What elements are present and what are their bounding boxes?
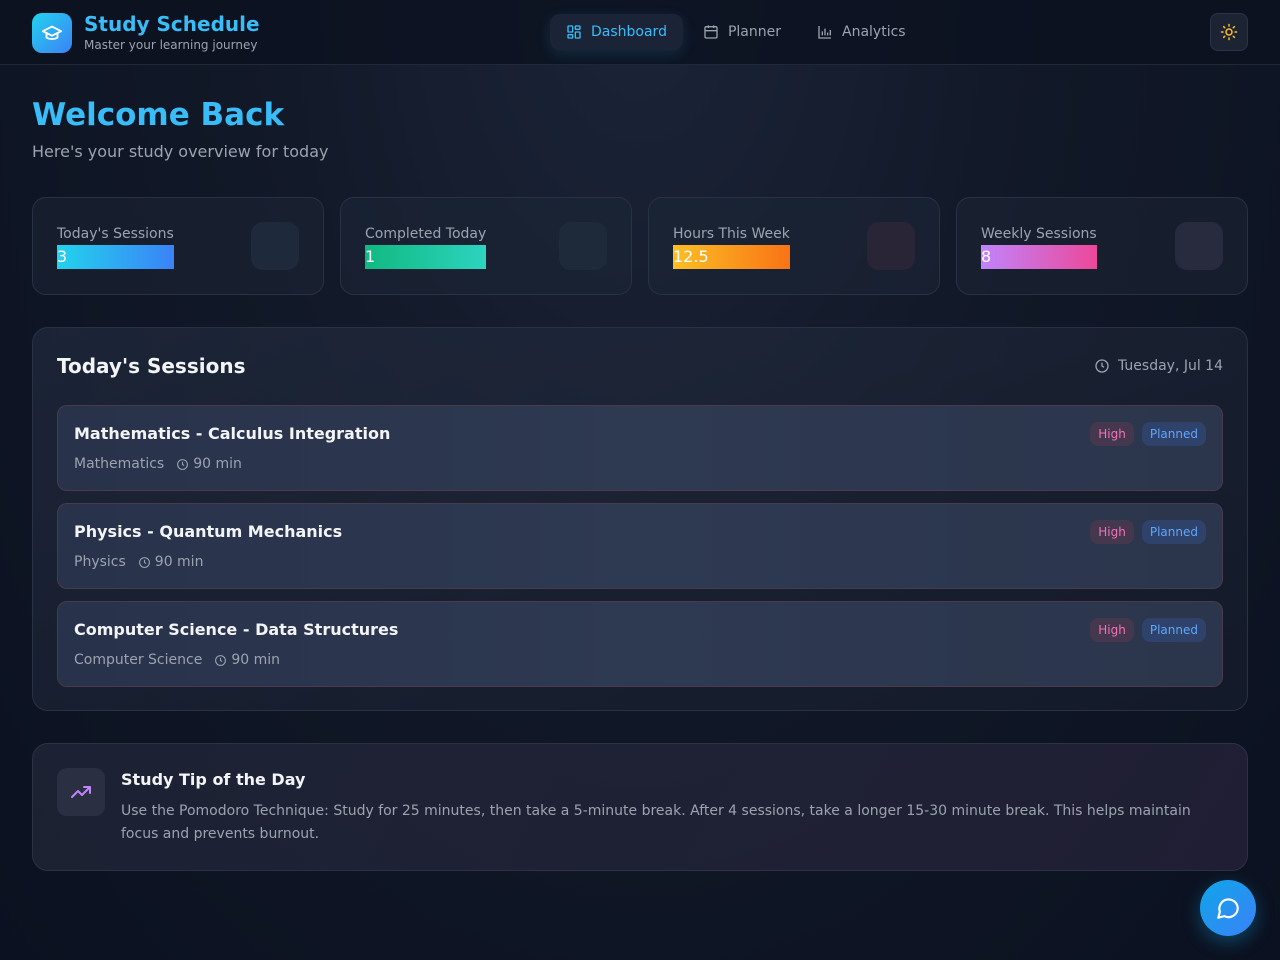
duration-label: 90 min [231, 652, 280, 668]
top-bar: Study Schedule Master your learning jour… [0, 0, 1280, 65]
session-badges: High Planned [1082, 422, 1206, 446]
priority-badge: High [1090, 618, 1134, 642]
session-item[interactable]: Mathematics - Calculus Integration Mathe… [57, 405, 1223, 491]
trending-up-icon [57, 768, 105, 816]
panel-date: Tuesday, Jul 14 [1094, 358, 1223, 374]
session-badges: High Planned [1082, 520, 1206, 544]
duration-label: 90 min [154, 554, 204, 570]
app-subtitle: Master your learning journey [84, 38, 258, 52]
welcome-section: Welcome Back Here's your study overview … [32, 96, 328, 161]
session-title: Computer Science - Data Structures [74, 620, 399, 639]
session-item[interactable]: Physics - Quantum Mechanics Physics 90 m… [57, 503, 1223, 589]
stat-label: Today's Sessions [57, 226, 174, 242]
main-nav: Dashboard Planner Analytics [550, 14, 926, 50]
session-badges: High Planned [1082, 618, 1206, 642]
date-label: Tuesday, Jul 14 [1117, 358, 1223, 374]
duration-label: 90 min [193, 456, 242, 472]
stat-icon [867, 222, 915, 270]
session-subject: Physics [74, 554, 126, 570]
app-title: Study Schedule [84, 12, 260, 36]
session-title: Mathematics - Calculus Integration [74, 424, 391, 443]
todays-sessions-panel: Today's Sessions Tuesday, Jul 14 Mathema… [32, 327, 1248, 711]
bar-chart-icon [818, 26, 831, 39]
stat-icon [1175, 222, 1223, 270]
session-duration: 90 min [138, 554, 204, 570]
clock-icon [1095, 359, 1109, 373]
calendar-icon [704, 25, 718, 39]
stat-value: 12.5 [673, 245, 790, 269]
page-subtitle: Here's your study overview for today [32, 142, 329, 161]
stat-value: 1 [365, 245, 486, 269]
stat-card-hours-this-week: Hours This Week 12.5 [648, 197, 940, 295]
tip-text: Use the Pomodoro Technique: Study for 25… [121, 803, 1191, 842]
chat-button[interactable] [1200, 880, 1256, 936]
session-title: Physics - Quantum Mechanics [74, 522, 343, 541]
session-subject: Computer Science [74, 652, 203, 668]
stat-card-weekly-sessions: Weekly Sessions 8 [956, 197, 1248, 295]
priority-badge: High [1090, 520, 1134, 544]
graduation-cap-icon [32, 12, 72, 53]
session-duration: 90 min [176, 456, 242, 472]
status-badge: Planned [1141, 422, 1206, 446]
nav-analytics-label: Analytics [842, 24, 906, 40]
session-subject: Mathematics [74, 456, 165, 472]
tip-title: Study Tip of the Day [121, 770, 306, 789]
stat-card-completed-today: Completed Today 1 [340, 197, 632, 295]
sun-icon [1220, 23, 1238, 41]
clock-icon [138, 556, 150, 568]
clock-icon [177, 458, 189, 470]
stat-icon [251, 222, 299, 270]
session-meta: Physics 90 min [74, 554, 203, 570]
stat-label: Weekly Sessions [981, 226, 1097, 242]
nav-planner-label: Planner [727, 24, 781, 40]
dashboard-grid-icon [567, 25, 581, 39]
session-meta: Mathematics 90 min [74, 456, 242, 472]
theme-toggle-button[interactable] [1210, 13, 1248, 51]
session-duration: 90 min [214, 652, 280, 668]
brand[interactable]: Study Schedule Master your learning jour… [32, 12, 260, 53]
nav-dashboard[interactable]: Dashboard [550, 14, 683, 50]
clock-icon [215, 654, 227, 666]
nav-dashboard-label: Dashboard [591, 24, 667, 40]
chat-bubble-icon [1217, 898, 1239, 919]
priority-badge: High [1090, 422, 1134, 446]
session-meta: Computer Science 90 min [74, 652, 280, 668]
status-badge: Planned [1141, 520, 1206, 544]
session-item[interactable]: Computer Science - Data Structures Compu… [57, 601, 1223, 687]
nav-analytics[interactable]: Analytics [801, 14, 922, 50]
stat-value: 3 [57, 245, 174, 269]
nav-planner[interactable]: Planner [687, 14, 797, 50]
stat-icon [559, 222, 607, 270]
page-title: Welcome Back [32, 97, 285, 133]
stat-value: 8 [981, 245, 1097, 269]
stat-label: Completed Today [365, 226, 487, 242]
status-badge: Planned [1141, 618, 1206, 642]
stat-label: Hours This Week [673, 226, 790, 242]
panel-title: Today's Sessions [57, 354, 246, 378]
stat-card-todays-sessions: Today's Sessions 3 [32, 197, 324, 295]
study-tip-card: Study Tip of the Day Use the Pomodoro Te… [32, 743, 1248, 871]
